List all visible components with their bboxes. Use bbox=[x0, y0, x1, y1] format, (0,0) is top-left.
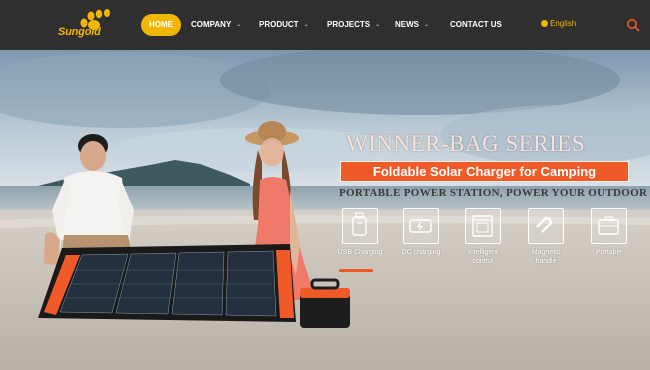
intelligent-control-icon bbox=[472, 215, 493, 237]
nav-news[interactable]: NEWS ⌄ bbox=[395, 15, 429, 35]
feature-box bbox=[403, 208, 439, 244]
nav-contact-us[interactable]: CONTACT US bbox=[450, 15, 502, 35]
feature-box bbox=[591, 208, 627, 244]
language-label: English bbox=[550, 19, 577, 28]
chevron-down-icon: ⌄ bbox=[375, 22, 381, 28]
globe-icon bbox=[541, 20, 548, 27]
sungold-logo-icon bbox=[80, 9, 110, 30]
feature-portable[interactable]: Portable bbox=[585, 208, 633, 257]
feature-box bbox=[465, 208, 501, 244]
nav-projects[interactable]: PROJECTS ⌄ bbox=[327, 15, 380, 35]
nav-contact-us-label: CONTACT US bbox=[450, 20, 502, 29]
feature-label: USB Charging bbox=[337, 249, 383, 256]
feature-label: DC charging bbox=[401, 249, 441, 256]
dc-charging-icon bbox=[409, 219, 432, 233]
nav-product[interactable]: PRODUCT ⌄ bbox=[259, 15, 309, 35]
language-selector[interactable]: English bbox=[541, 19, 576, 28]
usb-icon bbox=[352, 212, 367, 236]
nav-company[interactable]: COMPANY ⌄ bbox=[191, 15, 241, 35]
selected-feature-indicator bbox=[339, 269, 373, 272]
chevron-down-icon: ⌄ bbox=[303, 22, 309, 28]
feature-box bbox=[342, 208, 378, 244]
feature-label: Intelligent control bbox=[468, 249, 498, 265]
product-subtitle: Foldable Solar Charger for Camping bbox=[340, 161, 629, 182]
feature-magnetic-handle[interactable]: Magnetic handle bbox=[522, 208, 570, 266]
chevron-down-icon: ⌄ bbox=[424, 22, 430, 28]
feature-intelligent-control[interactable]: Intelligent control bbox=[459, 208, 507, 266]
nav-news-label: NEWS bbox=[395, 20, 419, 30]
tagline: PORTABLE POWER STATION, POWER YOUR OUTDO… bbox=[339, 187, 650, 199]
series-title: WINNER-BAG SERIES bbox=[346, 131, 586, 156]
feature-box bbox=[528, 208, 564, 244]
nav-company-label: COMPANY bbox=[191, 20, 232, 30]
brand-name: Sungold bbox=[58, 26, 101, 38]
nav-product-label: PRODUCT bbox=[259, 20, 299, 30]
hero-banner: WINNER-BAG SERIES Foldable Solar Charger… bbox=[0, 50, 650, 370]
feature-dc-charging[interactable]: DC charging bbox=[397, 208, 445, 257]
feature-label: Magnetic handle bbox=[531, 249, 561, 265]
search-icon[interactable] bbox=[626, 18, 640, 32]
top-navigation-bar: Sungold HOME COMPANY ⌄ PRODUCT ⌄ PROJECTS ⌄… bbox=[0, 0, 650, 50]
feature-usb-charging[interactable]: USB Charging bbox=[336, 208, 384, 257]
feature-label: Portable bbox=[595, 249, 623, 256]
chevron-down-icon: ⌄ bbox=[236, 22, 242, 28]
nav-home-label: HOME bbox=[149, 20, 173, 29]
briefcase-icon bbox=[598, 216, 619, 235]
nav-home[interactable]: HOME bbox=[141, 14, 181, 36]
magnet-icon bbox=[536, 216, 553, 233]
nav-projects-label: PROJECTS bbox=[327, 20, 371, 30]
